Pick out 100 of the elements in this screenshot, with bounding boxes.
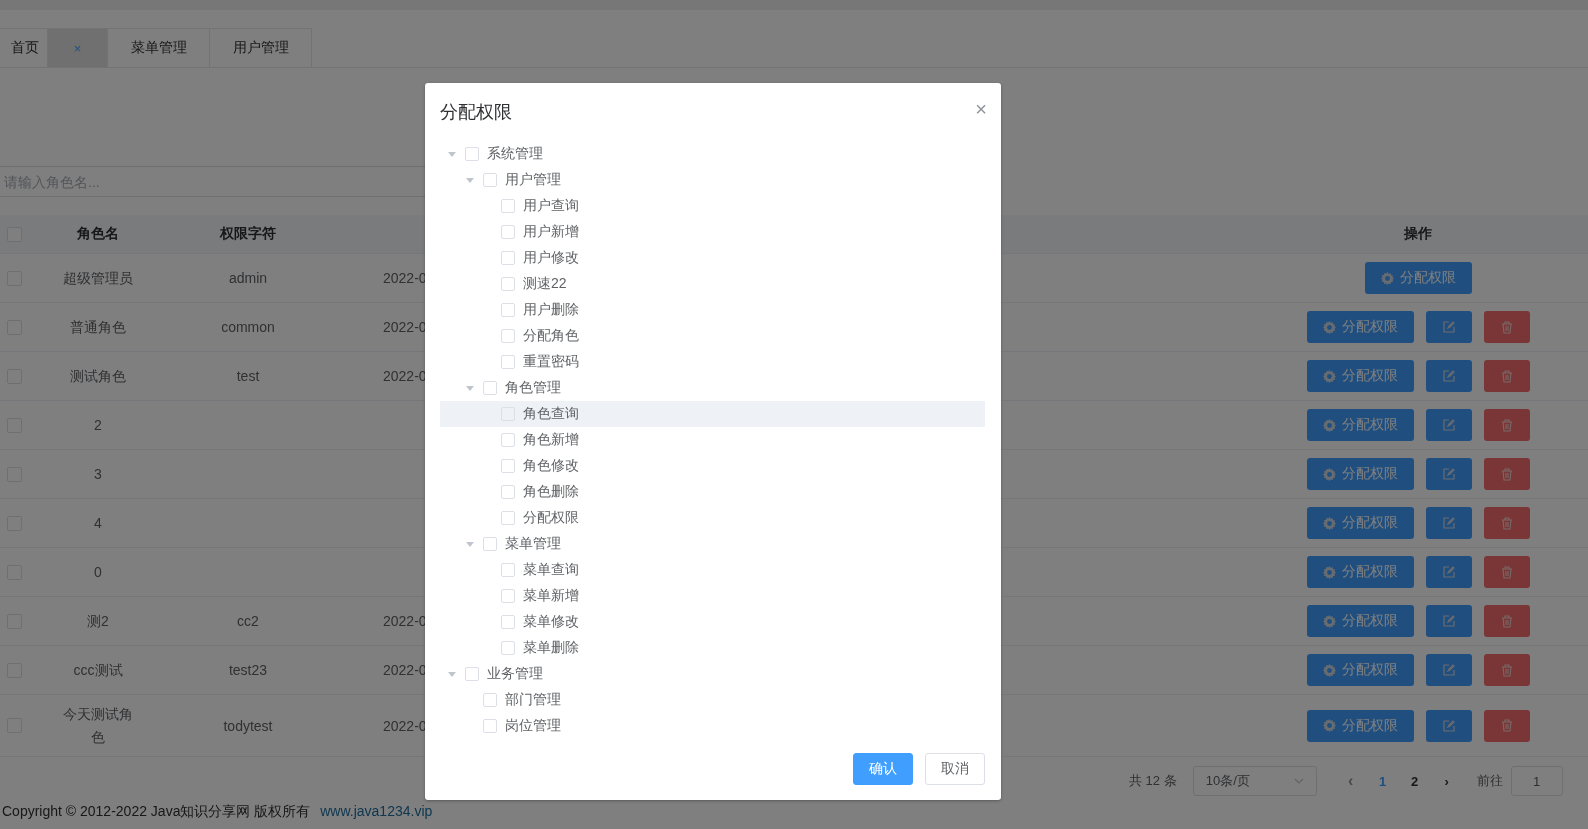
checkbox[interactable] bbox=[483, 719, 497, 733]
tree-node[interactable]: 菜单新增 bbox=[440, 583, 985, 609]
tree-node[interactable]: 系统管理 bbox=[440, 141, 985, 167]
tree-node[interactable]: 菜单删除 bbox=[440, 635, 985, 661]
checkbox[interactable] bbox=[483, 537, 497, 551]
table-cell-text: 测2 bbox=[87, 611, 109, 631]
checkbox[interactable] bbox=[483, 693, 497, 707]
checkbox[interactable] bbox=[501, 355, 515, 369]
page-size-select[interactable]: 10条/页 bbox=[1192, 766, 1317, 796]
gear-icon bbox=[1322, 614, 1336, 628]
tree-node[interactable]: 重置密码 bbox=[440, 349, 985, 375]
footer-link[interactable]: www.java1234.vip bbox=[320, 803, 433, 819]
close-button[interactable]: × bbox=[975, 99, 987, 119]
table-cell: 2022-0 bbox=[383, 368, 426, 384]
delete-button[interactable] bbox=[1483, 311, 1530, 343]
trash-icon bbox=[1500, 467, 1513, 481]
tree-node[interactable]: 分配角色 bbox=[440, 323, 985, 349]
tab[interactable]: 首页 bbox=[0, 28, 48, 67]
checkbox[interactable] bbox=[501, 589, 515, 603]
delete-button[interactable] bbox=[1483, 360, 1530, 392]
tree-node[interactable]: 业务管理 bbox=[440, 661, 985, 687]
table-cell: common bbox=[221, 319, 275, 335]
edit-button[interactable] bbox=[1425, 311, 1472, 343]
tree-node[interactable]: 角色新增 bbox=[440, 427, 985, 453]
tree-node[interactable]: 测速22 bbox=[440, 271, 985, 297]
tree-node[interactable]: 用户修改 bbox=[440, 245, 985, 271]
tree-node[interactable]: 分配权限 bbox=[440, 505, 985, 531]
goto-label: 前往 bbox=[1476, 772, 1503, 790]
delete-button[interactable] bbox=[1483, 709, 1530, 742]
tree-node[interactable]: 用户新增 bbox=[440, 219, 985, 245]
checkbox[interactable] bbox=[501, 433, 515, 447]
table-cell-text: 0 bbox=[94, 562, 102, 582]
delete-button[interactable] bbox=[1483, 556, 1530, 588]
tab[interactable]: 用户管理 bbox=[210, 28, 312, 67]
edit-icon bbox=[1442, 419, 1455, 431]
page-number[interactable]: 2 bbox=[1398, 773, 1431, 789]
table-cell: test23 bbox=[228, 662, 268, 678]
gear-icon bbox=[1322, 467, 1336, 481]
table-cell: todytest bbox=[223, 717, 273, 734]
tree-node[interactable]: 用户管理 bbox=[440, 167, 985, 193]
copyright-text: Copyright © 2012-2022 Java知识分享网 版权所有 bbox=[2, 803, 311, 819]
table-cell-text: 测试角色 bbox=[70, 366, 126, 386]
table-cell: 2022-0 bbox=[383, 613, 426, 629]
edit-button[interactable] bbox=[1425, 458, 1472, 490]
edit-button[interactable] bbox=[1425, 556, 1472, 588]
edit-icon bbox=[1442, 719, 1455, 732]
checkbox[interactable] bbox=[501, 563, 515, 577]
checkbox[interactable] bbox=[501, 277, 515, 291]
page-input[interactable]: 1 bbox=[1510, 766, 1563, 796]
tab[interactable]: 菜单管理 bbox=[108, 28, 210, 67]
checkbox[interactable] bbox=[501, 199, 515, 213]
checkbox[interactable] bbox=[501, 459, 515, 473]
edit-button[interactable] bbox=[1425, 360, 1472, 392]
tree-node[interactable]: 角色删除 bbox=[440, 479, 985, 505]
table-cell: cc2 bbox=[237, 613, 259, 629]
checkbox[interactable] bbox=[483, 381, 497, 395]
delete-button[interactable] bbox=[1483, 507, 1530, 539]
checkbox[interactable] bbox=[501, 641, 515, 655]
tree-node[interactable]: 角色管理 bbox=[440, 375, 985, 401]
delete-button[interactable] bbox=[1483, 605, 1530, 637]
tree-node[interactable]: 用户查询 bbox=[440, 193, 985, 219]
checkbox[interactable] bbox=[501, 511, 515, 525]
tree-node[interactable]: 角色查询 bbox=[440, 401, 985, 427]
trash-icon bbox=[1500, 614, 1513, 628]
checkbox[interactable] bbox=[501, 303, 515, 317]
table-cell-text: 今天测试角色 bbox=[62, 704, 134, 747]
trash-icon bbox=[1500, 516, 1513, 530]
edit-icon bbox=[1442, 517, 1455, 529]
checkbox[interactable] bbox=[501, 251, 515, 265]
tree-node[interactable]: 岗位管理 bbox=[440, 713, 985, 739]
edit-button[interactable] bbox=[1425, 605, 1472, 637]
edit-button[interactable] bbox=[1425, 507, 1472, 539]
checkbox[interactable] bbox=[501, 329, 515, 343]
tree-node[interactable]: 菜单管理 bbox=[440, 531, 985, 557]
delete-button[interactable] bbox=[1483, 654, 1530, 686]
gear-icon bbox=[1322, 565, 1336, 579]
checkbox[interactable] bbox=[501, 225, 515, 239]
tree-node[interactable]: 角色修改 bbox=[440, 453, 985, 479]
edit-button[interactable] bbox=[1425, 654, 1472, 686]
cancel-button[interactable]: 取消 bbox=[925, 753, 985, 785]
tree-node[interactable]: 菜单查询 bbox=[440, 557, 985, 583]
gear-icon bbox=[1322, 418, 1336, 432]
tree-node[interactable]: 部门管理 bbox=[440, 687, 985, 713]
edit-button[interactable] bbox=[1425, 409, 1472, 441]
checkbox[interactable] bbox=[501, 615, 515, 629]
checkbox[interactable] bbox=[465, 667, 479, 681]
delete-button[interactable] bbox=[1483, 409, 1530, 441]
next-page-button[interactable]: › bbox=[1430, 773, 1463, 789]
delete-button[interactable] bbox=[1483, 458, 1530, 490]
checkbox[interactable] bbox=[501, 485, 515, 499]
edit-button[interactable] bbox=[1425, 709, 1472, 742]
tree-node[interactable]: 菜单修改 bbox=[440, 609, 985, 635]
trash-icon bbox=[1500, 320, 1513, 334]
gear-icon bbox=[1380, 271, 1394, 285]
column-header: 权限字符 bbox=[220, 225, 276, 243]
checkbox[interactable] bbox=[465, 147, 479, 161]
table-cell: admin bbox=[228, 270, 268, 286]
tree-node[interactable]: 用户删除 bbox=[440, 297, 985, 323]
table-cell-text: ccc测试 bbox=[73, 660, 123, 680]
checkbox[interactable] bbox=[483, 173, 497, 187]
